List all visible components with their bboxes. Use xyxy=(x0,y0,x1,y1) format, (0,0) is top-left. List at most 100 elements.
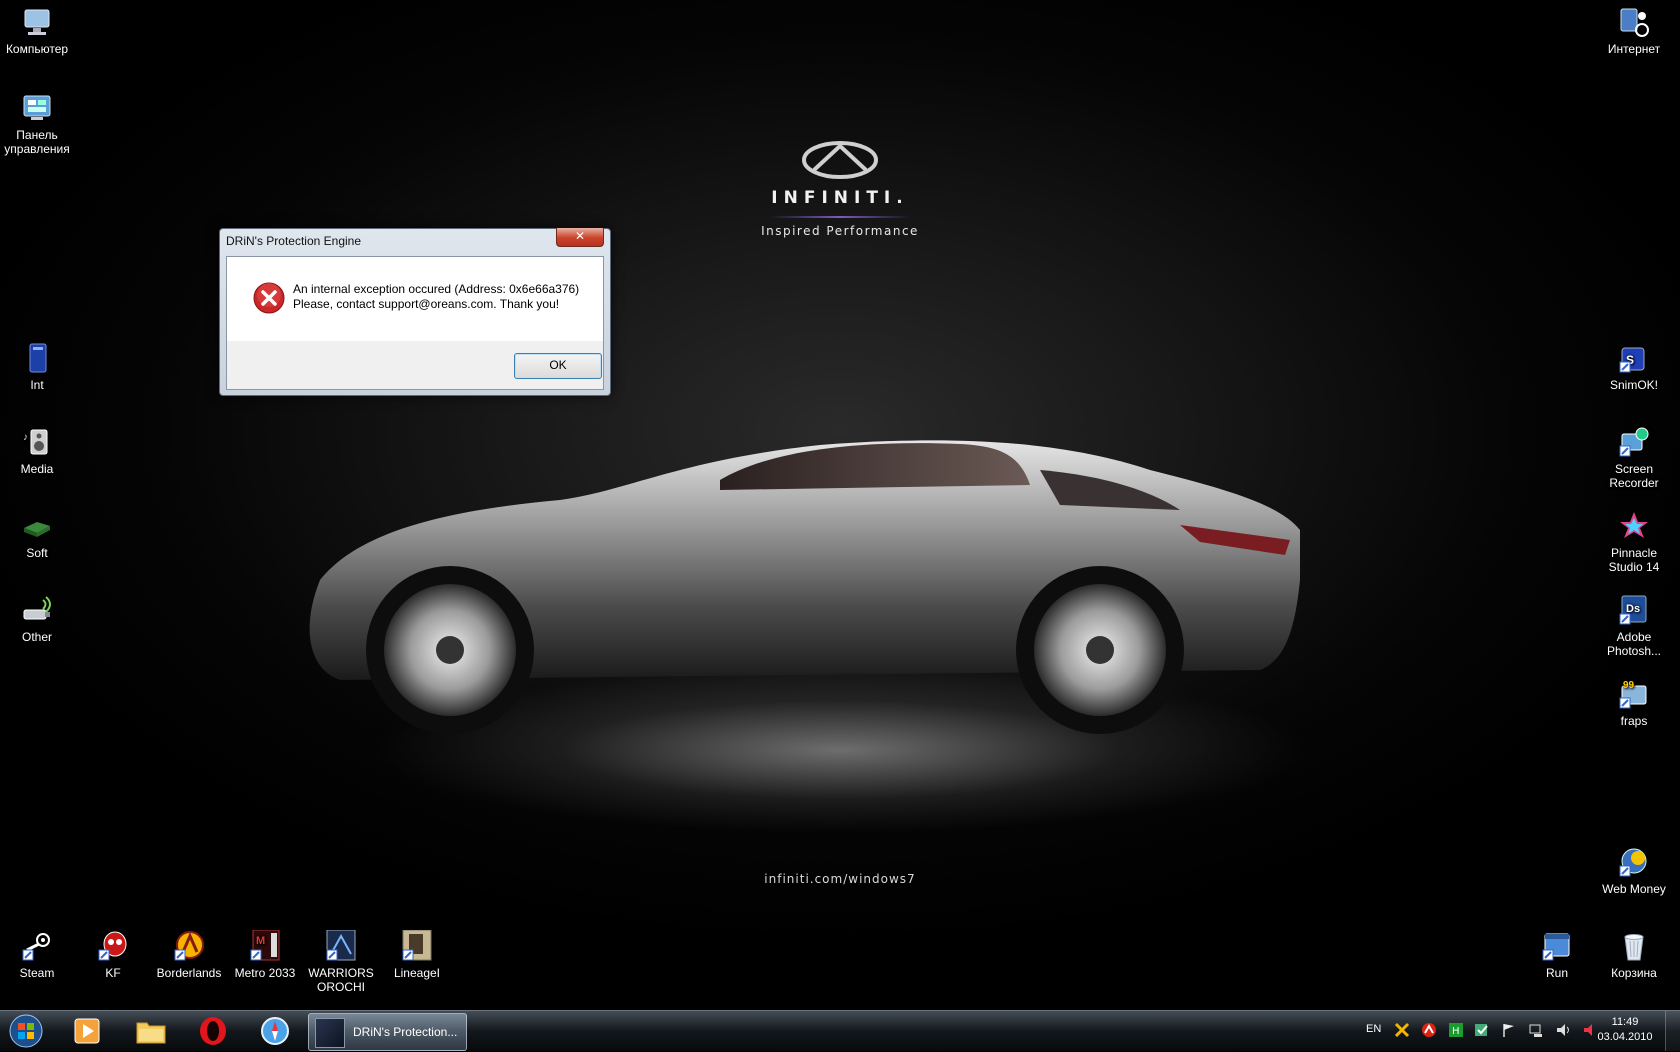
fraps-icon: 99 xyxy=(1618,678,1650,710)
svg-text:M: M xyxy=(256,935,265,947)
desktop-icon-screen-recorder[interactable]: Screen Recorder xyxy=(1594,426,1674,490)
internet-network-icon xyxy=(1618,6,1650,38)
dialog-title: DRiN's Protection Engine xyxy=(226,234,362,248)
desktop-icon-metro-2033[interactable]: M Metro 2033 xyxy=(225,930,305,980)
desktop-icon-pinnacle[interactable]: Pinnacle Studio 14 xyxy=(1594,510,1674,574)
brand-tagline: Inspired Performance xyxy=(761,224,919,238)
svg-text:99: 99 xyxy=(1623,680,1635,691)
safari-icon xyxy=(261,1017,289,1045)
desktop-icon-fraps[interactable]: 99 fraps xyxy=(1594,678,1674,728)
clock-time: 11:49 xyxy=(1611,1016,1639,1028)
desktop-icon-label: Панель управления xyxy=(4,128,70,156)
media-speaker-icon: ♪ xyxy=(21,426,53,458)
desktop-icon-warriors-orochi[interactable]: WARRIORS OROCHI xyxy=(301,930,381,994)
dialog-message-area: An internal exception occured (Address: … xyxy=(227,257,603,341)
svg-text:♪: ♪ xyxy=(23,432,28,443)
brand-wordmark: INFINITI. xyxy=(771,188,909,208)
desktop-icon-recycle-bin[interactable]: Корзина xyxy=(1594,930,1674,980)
desktop-icon-label: Metro 2033 xyxy=(234,966,296,980)
desktop-icon-label: Media xyxy=(20,462,54,476)
taskbar-opera-button[interactable] xyxy=(186,1014,240,1048)
taskbar-safari-button[interactable] xyxy=(248,1014,302,1048)
infiniti-logo: INFINITI. Inspired Performance xyxy=(740,140,940,238)
dialog-body: An internal exception occured (Address: … xyxy=(226,256,604,390)
language-indicator[interactable]: EN xyxy=(1366,1023,1381,1035)
lineage-icon xyxy=(401,930,433,962)
desktop-icon-steam[interactable]: Steam xyxy=(0,930,77,980)
desktop-icon-control-panel[interactable]: Панель управления xyxy=(0,92,77,156)
svg-text:Ds: Ds xyxy=(1626,603,1640,615)
tray-shield-check-icon[interactable] xyxy=(1474,1022,1490,1038)
system-tray: H xyxy=(1394,1022,1605,1038)
desktop-icon-label: Other xyxy=(21,630,52,644)
explorer-icon xyxy=(136,1022,166,1044)
borderlands-icon xyxy=(173,930,205,962)
task-thumbnail-icon xyxy=(315,1018,345,1048)
photoshop-icon: Ds xyxy=(1618,594,1650,626)
desktop-icon-webmoney[interactable]: Web Money xyxy=(1594,846,1674,896)
computer-icon xyxy=(21,6,53,38)
desktop-icon-label: Корзина xyxy=(1611,966,1657,980)
desktop-icon-run[interactable]: Run xyxy=(1517,930,1597,980)
desktop-icon-internet[interactable]: Интернет xyxy=(1594,6,1674,56)
snimok-icon: S xyxy=(1618,342,1650,374)
desktop-icon-label: Pinnacle Studio 14 xyxy=(1608,546,1660,574)
clock-date: 03.04.2010 xyxy=(1597,1031,1653,1043)
desktop-icon-label: Adobe Photosh... xyxy=(1606,630,1662,658)
taskbar-clock[interactable]: 11:49 03.04.2010 xyxy=(1590,1015,1660,1045)
warriors-orochi-icon xyxy=(325,930,357,962)
desktop-icon-label: LineageI xyxy=(393,966,441,980)
tray-antivirus-icon[interactable] xyxy=(1421,1022,1437,1038)
error-dialog: DRiN's Protection Engine ✕ An internal e… xyxy=(219,228,611,396)
tray-action-center-flag-icon[interactable] xyxy=(1501,1022,1517,1038)
desktop-icon-label: Компьютер xyxy=(5,42,69,56)
taskbar-explorer-button[interactable] xyxy=(124,1014,178,1048)
dialog-close-button[interactable]: ✕ xyxy=(556,228,604,247)
desktop-icon-snimok[interactable]: S SnimOK! xyxy=(1594,342,1674,392)
desktop-icon-media[interactable]: ♪ Media xyxy=(0,426,77,476)
taskbar-media-player-button[interactable] xyxy=(60,1014,114,1048)
desktop-icon-label: KF xyxy=(105,966,121,980)
svg-text:H: H xyxy=(1452,1026,1460,1037)
show-desktop-button[interactable] xyxy=(1665,1011,1680,1051)
dialog-message-line1: An internal exception occured (Address: … xyxy=(293,282,580,296)
soft-drive-icon xyxy=(21,510,53,542)
tray-green-app-icon[interactable]: H xyxy=(1448,1022,1464,1038)
desktop-icon-computer[interactable]: Компьютер xyxy=(0,6,77,56)
recycle-bin-icon xyxy=(1618,930,1650,962)
error-icon xyxy=(253,282,285,314)
desktop-icon-photoshop[interactable]: Ds Adobe Photosh... xyxy=(1594,594,1674,658)
dialog-message: An internal exception occured (Address: … xyxy=(293,282,579,312)
pinnacle-studio-icon xyxy=(1618,510,1650,542)
desktop-icon-other[interactable]: Other xyxy=(0,594,77,644)
screen-recorder-icon xyxy=(1618,426,1650,458)
desktop-icon-kf[interactable]: KF xyxy=(73,930,153,980)
dialog-button-bar: OK xyxy=(227,341,603,389)
desktop-icon-label: SnimOK! xyxy=(1609,378,1658,392)
wallpaper-url-text: infiniti.com/windows7 xyxy=(764,872,916,886)
webmoney-icon xyxy=(1618,846,1650,878)
tray-volume-icon[interactable] xyxy=(1555,1022,1571,1038)
tray-network-icon[interactable] xyxy=(1528,1022,1544,1038)
desktop-icon-label: Int xyxy=(30,378,44,392)
dialog-message-line2: Please, contact support@oreans.com. Than… xyxy=(293,297,560,311)
opera-icon xyxy=(200,1017,226,1045)
taskbar: DRiN's Protection... EN H 11:49 03.04.20… xyxy=(0,1010,1680,1051)
steam-icon xyxy=(21,930,53,962)
start-button[interactable] xyxy=(4,1013,50,1049)
taskbar-task-drin-protection[interactable]: DRiN's Protection... xyxy=(308,1013,467,1051)
desktop-icon-borderlands[interactable]: Borderlands xyxy=(149,930,229,980)
killing-floor-icon xyxy=(97,930,129,962)
metro-2033-icon: M xyxy=(249,930,281,962)
desktop-icon-int[interactable]: Int xyxy=(0,342,77,392)
tray-app-icon[interactable] xyxy=(1394,1022,1410,1038)
brand-underline xyxy=(770,216,910,218)
folder-int-icon xyxy=(21,342,53,374)
desktop-icon-lineage[interactable]: LineageI xyxy=(377,930,457,980)
ok-button[interactable]: OK xyxy=(514,353,602,379)
desktop-icon-label: Soft xyxy=(26,546,48,560)
start-orb-icon xyxy=(9,1014,43,1048)
run-icon xyxy=(1541,930,1573,962)
desktop-icon-label: Steam xyxy=(19,966,55,980)
desktop-icon-soft[interactable]: Soft xyxy=(0,510,77,560)
